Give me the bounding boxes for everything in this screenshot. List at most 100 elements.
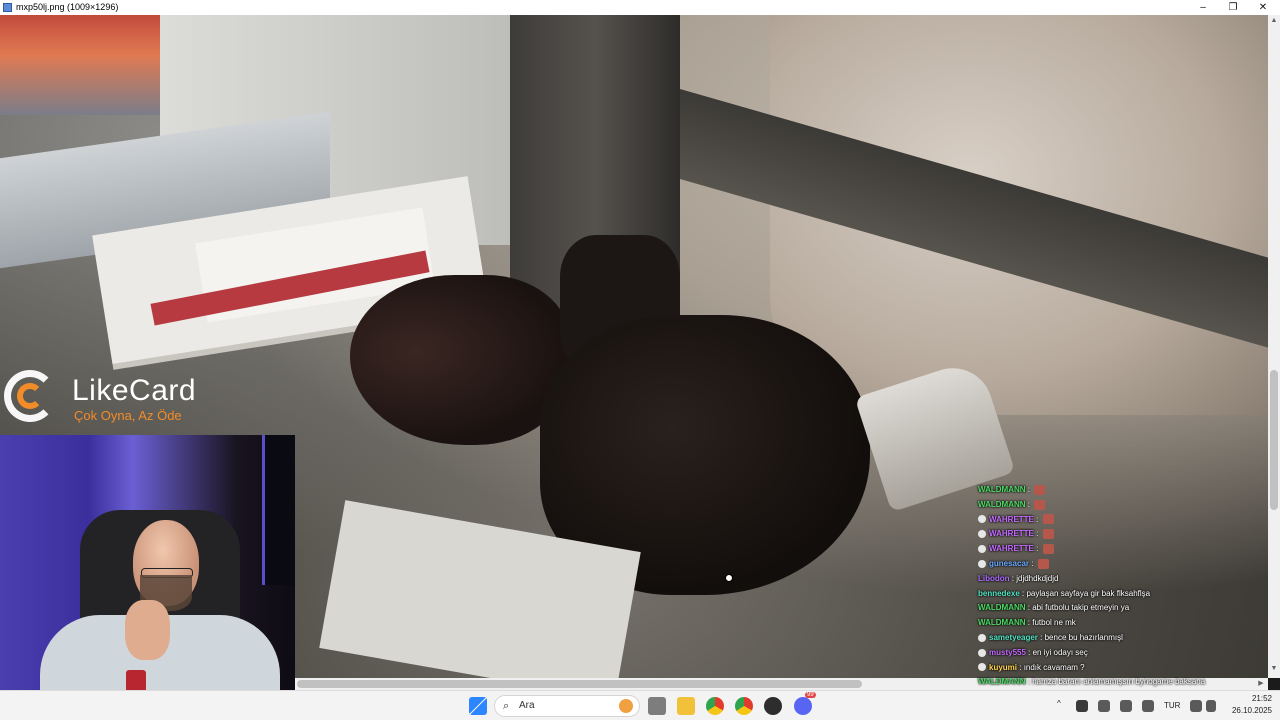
chat-username: gunesacar — [989, 559, 1030, 568]
chat-username: WALDMANN — [978, 499, 1026, 509]
taskbar-search[interactable]: ⌕ Ara — [494, 695, 640, 717]
display-icon[interactable] — [1190, 700, 1202, 712]
chat-badge-icon — [978, 633, 986, 642]
streamer-hand — [125, 600, 170, 660]
chat-username: WALDMANN — [978, 603, 1026, 613]
network-icon[interactable] — [1076, 700, 1088, 712]
chat-text: jdjdhdkdjdjd — [1016, 573, 1059, 583]
chat-username: WALDMANN — [978, 618, 1026, 628]
chat-text: hamza baranı anlamamışsın bynogame baksa… — [1032, 677, 1206, 687]
chat-username: WAHRETTE — [989, 529, 1034, 539]
cloud-icon[interactable] — [1098, 700, 1110, 712]
start-button[interactable] — [469, 697, 487, 715]
chat-message: WALDMANN : — [978, 497, 1046, 512]
chat-badge-icon — [978, 530, 986, 539]
chat-overlay: WALDMANN : WALDMANN : WAHRETTE : WAHRETT… — [978, 482, 1268, 707]
shirt-logo — [126, 670, 146, 692]
chat-username: WALDMANN — [978, 677, 1026, 687]
chrome-icon[interactable] — [706, 697, 724, 715]
sponsor-tagline: Çok Oyna, Az Öde — [74, 408, 182, 423]
chat-badge-icon — [978, 545, 986, 554]
window-title: mxp50lj.png (1009×1296) — [16, 2, 119, 12]
chat-message: WAHRETTE : — [978, 541, 1054, 556]
scroll-up-arrow-icon[interactable]: ▲ — [1268, 17, 1280, 24]
chat-separator: : — [1025, 485, 1033, 494]
chat-username: WALDMANN — [978, 485, 1026, 494]
chat-separator: : — [1025, 499, 1033, 509]
chat-message: WAHRETTE : — [978, 526, 1054, 541]
sponsor-name: LikeCard — [72, 374, 197, 407]
clock-date: 26.10.2025 — [1231, 706, 1272, 715]
chat-emote-icon — [1042, 544, 1054, 555]
chat-message: musty555 : en iyi odayı seç — [978, 645, 1088, 660]
chat-separator: : — [1033, 529, 1041, 539]
close-button[interactable]: ✕ — [1248, 0, 1278, 15]
chat-text: paylaşan sayfaya gir bak flksahflşa — [1026, 588, 1151, 598]
chat-username: Libodon — [978, 573, 1010, 583]
chat-emote-icon — [1037, 558, 1049, 569]
chat-text: ındık cavamam ? — [1023, 662, 1085, 672]
minimize-button[interactable]: – — [1188, 0, 1218, 15]
chat-message: Libodon : jdjdhdkdjdjd — [978, 571, 1058, 586]
chat-separator: : — [1033, 544, 1041, 554]
taskbar: ⌕ Ara 99 ^ TUR 21:52 26.10.2025 — [0, 690, 1280, 720]
chat-message: WALDMANN : — [978, 482, 1046, 497]
chrome-profile-icon[interactable] — [735, 697, 753, 715]
language-indicator[interactable]: TUR — [1164, 701, 1180, 710]
chat-message: sametyeager : bence bu hazırlanmışl — [978, 630, 1123, 645]
chat-separator: : — [1017, 662, 1024, 672]
chat-emote-icon — [1034, 499, 1046, 510]
search-placeholder: Ara — [519, 700, 535, 711]
chat-message: WALDMANN : hamza baranı anlamamışsın byn… — [978, 674, 1205, 689]
clock-time: 21:52 — [1251, 694, 1272, 703]
chat-username: musty555 — [989, 647, 1026, 657]
chat-text: en iyi odayı seç — [1032, 647, 1088, 657]
file-explorer-icon[interactable] — [677, 697, 695, 715]
chat-badge-icon — [978, 559, 986, 568]
search-icon: ⌕ — [503, 700, 510, 712]
tray-app-2-icon[interactable] — [1142, 700, 1154, 712]
volume-icon[interactable] — [1206, 700, 1216, 712]
maximize-button[interactable]: ❐ — [1218, 0, 1248, 15]
room-window — [262, 435, 295, 585]
chat-message: WALDMANN : futbol ne mk — [978, 615, 1076, 630]
chat-message: WAHRETTE : — [978, 512, 1054, 527]
chat-badge-icon — [978, 663, 986, 672]
chat-emote-icon — [1042, 514, 1054, 525]
chat-username: WAHRETTE — [989, 514, 1034, 524]
mouse-cursor-icon — [725, 574, 733, 582]
window-titlebar: mxp50lj.png (1009×1296) – ❐ ✕ — [0, 0, 1280, 15]
chat-separator: : — [1037, 633, 1045, 642]
chat-separator: : — [1033, 514, 1041, 524]
vertical-scroll-thumb[interactable] — [1270, 370, 1278, 510]
shelf-books — [0, 15, 165, 115]
image-file-icon — [3, 3, 12, 12]
chat-emote-icon — [1034, 484, 1046, 495]
discord-icon[interactable] — [794, 697, 812, 715]
chat-username: WAHRETTE — [989, 544, 1034, 554]
chat-text: bence bu hazırlanmışl — [1044, 633, 1123, 642]
discord-notification-badge: 99 — [805, 692, 816, 698]
chat-message: gunesacar : — [978, 556, 1049, 571]
chat-text: abi futbolu takip etmeyin ya — [1032, 603, 1130, 613]
tray-overflow-icon[interactable]: ^ — [1057, 699, 1061, 708]
chat-badge-icon — [978, 648, 986, 657]
chat-message: kuyumi : ındık cavamam ? — [978, 660, 1085, 675]
vertical-scrollbar[interactable]: ▲ ▼ — [1268, 15, 1280, 678]
chat-separator: : — [1025, 647, 1033, 657]
chat-emote-icon — [1042, 529, 1054, 540]
app-icon[interactable] — [764, 697, 782, 715]
chat-username: kuyumi — [989, 662, 1018, 672]
chat-text: futbol ne mk — [1032, 618, 1076, 628]
horizontal-scroll-thumb[interactable] — [297, 680, 862, 688]
chat-message: bennedexe : paylaşan sayfaya gir bak flk… — [978, 586, 1150, 601]
task-view-icon[interactable] — [648, 697, 666, 715]
chat-username: bennedexe — [978, 588, 1020, 598]
tray-app-icon[interactable] — [1120, 700, 1132, 712]
scroll-down-arrow-icon[interactable]: ▼ — [1268, 665, 1280, 672]
chat-message: WALDMANN : abi futbolu takip etmeyin ya — [978, 600, 1129, 615]
clock[interactable]: 21:52 26.10.2025 — [1232, 693, 1272, 717]
chat-username: sametyeager — [989, 633, 1038, 642]
chat-separator: : — [1029, 559, 1036, 568]
sponsor-logo: LikeCard Çok Oyna, Az Öde — [0, 368, 240, 436]
